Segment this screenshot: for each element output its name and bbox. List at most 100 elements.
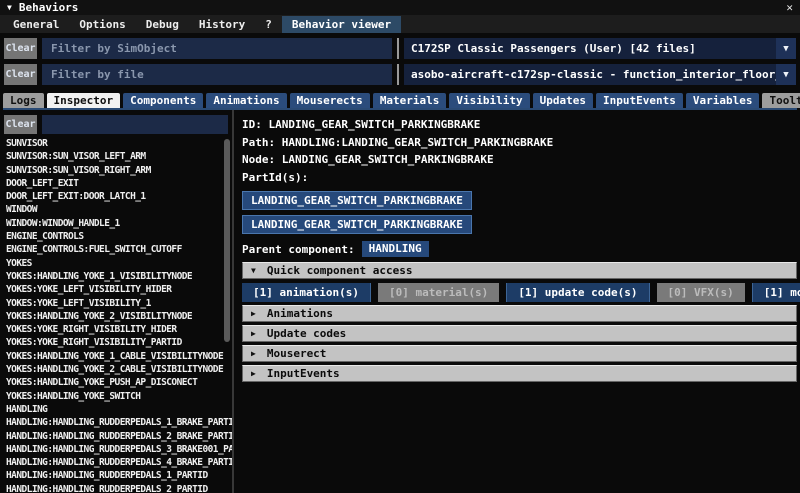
menu-item[interactable]: General: [3, 16, 69, 33]
list-scrollbar[interactable]: [224, 139, 230, 342]
list-item[interactable]: WINDOW:WINDOW_HANDLE_1: [6, 217, 232, 230]
id-label: ID:: [242, 118, 262, 131]
quick-access-button[interactable]: [1] mouserect(s): [751, 283, 800, 302]
path-row: Path: HANDLING:LANDING_GEAR_SWITCH_PARKI…: [242, 134, 800, 152]
list-item[interactable]: YOKES:HANDLING_YOKE_2_CABLE_VISIBILITYNO…: [6, 363, 232, 376]
list-item[interactable]: HANDLING:HANDLING_RUDDERPEDALS_4_BRAKE_P…: [6, 456, 232, 469]
list-item[interactable]: HANDLING:HANDLING_RUDDERPEDALS_1_PARTID: [6, 469, 232, 482]
simobject-filter-row: Clear C172SP Classic Passengers (User) […: [4, 38, 796, 59]
quick-access-button[interactable]: [1] update code(s): [506, 283, 650, 302]
viewer-tab[interactable]: Variables: [685, 93, 760, 108]
clear-list-filter-button[interactable]: Clear: [4, 115, 37, 134]
list-item[interactable]: YOKES:YOKE_RIGHT_VISIBILITY_PARTID: [6, 336, 232, 349]
viewer-tab[interactable]: Animations: [206, 93, 287, 108]
list-item[interactable]: HANDLING:HANDLING_RUDDERPEDALS_2_BRAKE_P…: [6, 430, 232, 443]
file-dropdown[interactable]: asobo-aircraft-c172sp-classic - function…: [404, 64, 796, 85]
list-item[interactable]: YOKES:HANDLING_YOKE_1_CABLE_VISIBILITYNO…: [6, 350, 232, 363]
chevron-down-icon[interactable]: ▼: [776, 64, 796, 85]
viewer-tab[interactable]: Mouserects: [289, 93, 370, 108]
chevron-down-icon[interactable]: ▼: [776, 38, 796, 59]
list-item[interactable]: WINDOW: [6, 203, 232, 216]
column-divider: [397, 38, 399, 59]
section-header[interactable]: ▶ Mouserect: [242, 345, 797, 362]
list-item[interactable]: DOOR_LEFT_EXIT: [6, 177, 232, 190]
behavior-list-panel: Clear SUNVISOR SUNVISOR:SUN_VISOR_LEFT_AR…: [0, 110, 234, 493]
menu-bar: General Options Debug History? Behavior view…: [0, 15, 800, 33]
partid-button[interactable]: LANDING_GEAR_SWITCH_PARKINGBRAKE: [242, 191, 472, 210]
simobject-filter-input[interactable]: [42, 38, 392, 59]
file-filter-input[interactable]: [42, 64, 392, 85]
quick-access-title: Quick component access: [266, 264, 413, 277]
quick-access-button[interactable]: [0] VFX(s): [656, 283, 745, 302]
column-divider: [397, 64, 399, 85]
list-item[interactable]: YOKES:YOKE_RIGHT_VISIBILITY_HIDER: [6, 323, 232, 336]
menu-item[interactable]: History: [189, 16, 255, 33]
collapsed-sections: ▶ Animations ▶ Update codes ▶ Mouserect …: [242, 305, 800, 382]
list-item[interactable]: HANDLING:HANDLING_RUDDERPEDALS_1_BRAKE_P…: [6, 416, 232, 429]
section-title: Animations: [266, 307, 334, 320]
quick-access-button[interactable]: [0] material(s): [377, 283, 500, 302]
list-filter-row: Clear: [4, 115, 228, 134]
file-dropdown-value: asobo-aircraft-c172sp-classic - function…: [411, 68, 776, 81]
path-label: Path:: [242, 135, 276, 149]
section-header[interactable]: ▶ Animations: [242, 305, 797, 322]
clear-file-filter-button[interactable]: Clear: [4, 64, 37, 85]
quick-component-access-header[interactable]: ▼ Quick component access: [242, 262, 797, 279]
caret-right-icon: ▶: [251, 369, 256, 378]
quick-access-button[interactable]: [1] animation(s): [242, 283, 371, 302]
inspector-panel: ID: LANDING_GEAR_SWITCH_PARKINGBRAKE Pat…: [234, 110, 800, 493]
list-item[interactable]: SUNVISOR:SUN_VISOR_RIGHT_ARM: [6, 164, 232, 177]
list-item[interactable]: YOKES:HANDLING_YOKE_2_VISIBILITYNODE: [6, 310, 232, 323]
list-item[interactable]: DOOR_LEFT_EXIT:DOOR_LATCH_1: [6, 190, 232, 203]
quick-access-buttons: [1] animation(s) [0] material(s) [1] updat…: [242, 283, 800, 302]
list-item[interactable]: YOKES:HANDLING_YOKE_PUSH_AP_DISCONECT: [6, 376, 232, 389]
section-header[interactable]: ▶ InputEvents: [242, 365, 797, 382]
viewer-tab[interactable]: Components: [123, 93, 204, 108]
node-value: LANDING_GEAR_SWITCH_PARKINGBRAKE: [281, 153, 494, 166]
list-item[interactable]: YOKES:HANDLING_YOKE_1_VISIBILITYNODE: [6, 270, 232, 283]
file-filter-row: Clear asobo-aircraft-c172sp-classic - fu…: [4, 64, 796, 85]
section-title: InputEvents: [266, 367, 340, 380]
viewer-tab[interactable]: Logs: [3, 93, 44, 108]
caret-right-icon: ▶: [251, 329, 256, 338]
list-item[interactable]: HANDLING:HANDLING_RUDDERPEDALS_3_BRAKE00…: [6, 443, 232, 456]
list-item[interactable]: YOKES:YOKE_LEFT_VISIBILITY_HIDER: [6, 283, 232, 296]
viewer-tab[interactable]: Tooltips: [762, 93, 800, 108]
viewer-tab[interactable]: Updates: [532, 93, 594, 108]
section-title: Update codes: [266, 327, 347, 340]
window-title: Behaviors: [18, 1, 79, 14]
window-titlebar: ▼ Behaviors ✕: [0, 0, 800, 15]
list-item[interactable]: SUNVISOR: [6, 137, 232, 150]
node-label: Node:: [242, 153, 276, 166]
list-item[interactable]: YOKES:YOKE_LEFT_VISIBILITY_1: [6, 297, 232, 310]
viewer-tab-bar: Logs Inspector Components Animations Mousere…: [3, 89, 800, 110]
clear-simobject-filter-button[interactable]: Clear: [4, 38, 37, 59]
list-item[interactable]: SUNVISOR:SUN_VISOR_LEFT_ARM: [6, 150, 232, 163]
list-item[interactable]: HANDLING:HANDLING_RUDDERPEDALS_2_PARTID: [6, 483, 232, 493]
viewer-tab[interactable]: Visibility: [449, 93, 530, 108]
menu-item[interactable]: Behavior viewer: [281, 15, 402, 33]
id-row: ID: LANDING_GEAR_SWITCH_PARKINGBRAKE: [242, 116, 800, 134]
list-filter-input[interactable]: [42, 115, 228, 134]
partid-button[interactable]: LANDING_GEAR_SWITCH_PARKINGBRAKE: [242, 215, 472, 234]
menu-item[interactable]: ?: [255, 16, 282, 33]
behavior-node-list: SUNVISOR SUNVISOR:SUN_VISOR_LEFT_ARM SUNVI…: [0, 137, 232, 493]
close-icon[interactable]: ✕: [786, 0, 793, 15]
section-header[interactable]: ▶ Update codes: [242, 325, 797, 342]
list-item[interactable]: HANDLING: [6, 403, 232, 416]
collapse-caret-icon[interactable]: ▼: [7, 0, 12, 15]
list-item[interactable]: ENGINE_CONTROLS:FUEL_SWITCH_CUTOFF: [6, 243, 232, 256]
path-value: HANDLING:LANDING_GEAR_SWITCH_PARKINGBRAK…: [281, 135, 554, 149]
simobject-dropdown-value: C172SP Classic Passengers (User) [42 fil…: [411, 42, 696, 55]
list-item[interactable]: YOKES: [6, 257, 232, 270]
list-item[interactable]: ENGINE_CONTROLS: [6, 230, 232, 243]
menu-item[interactable]: Options: [69, 16, 135, 33]
viewer-tab[interactable]: Materials: [372, 93, 447, 108]
caret-right-icon: ▶: [251, 309, 256, 318]
parent-component-chip[interactable]: HANDLING: [361, 241, 429, 257]
list-item[interactable]: YOKES:HANDLING_YOKE_SWITCH: [6, 390, 232, 403]
viewer-tab[interactable]: InputEvents: [596, 93, 683, 108]
viewer-tab[interactable]: Inspector: [46, 93, 121, 108]
menu-item[interactable]: Debug: [136, 16, 189, 33]
simobject-dropdown[interactable]: C172SP Classic Passengers (User) [42 fil…: [404, 38, 796, 59]
